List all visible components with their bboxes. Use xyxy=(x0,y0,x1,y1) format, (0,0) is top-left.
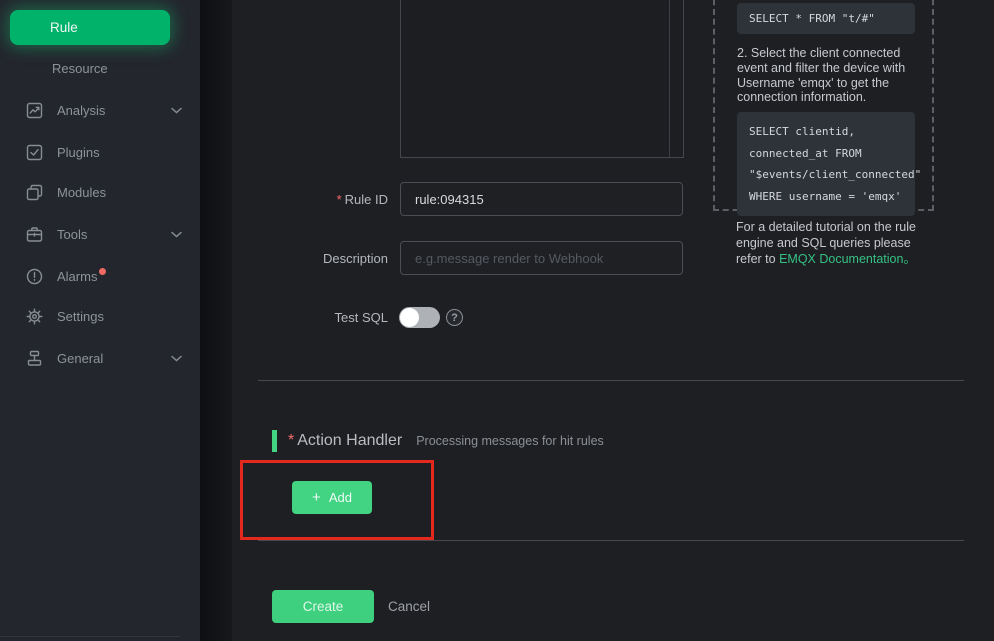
chevron-down-icon xyxy=(171,231,182,238)
sidebar-item-tools[interactable]: Tools xyxy=(0,214,200,254)
alarm-badge xyxy=(99,268,106,275)
action-handler-header: *Action Handler Processing messages for … xyxy=(288,432,604,450)
sidebar-item-resource[interactable]: Resource xyxy=(0,48,200,88)
sidebar-item-rule[interactable]: Rule xyxy=(10,10,170,45)
test-sql-toggle[interactable] xyxy=(399,307,440,328)
tools-icon xyxy=(26,226,43,243)
sidebar-item-modules[interactable]: Modules xyxy=(0,172,200,212)
rule-id-label: *Rule ID xyxy=(230,192,388,207)
chevron-down-icon xyxy=(171,355,182,362)
plugins-icon xyxy=(26,144,43,161)
sidebar-item-settings[interactable]: Settings xyxy=(0,296,200,336)
modules-icon xyxy=(26,184,43,201)
add-action-button[interactable]: + Add xyxy=(292,481,372,514)
alarms-icon xyxy=(26,268,43,285)
toggle-knob xyxy=(400,308,419,327)
sidebar-item-label: Alarms xyxy=(57,269,97,284)
section-divider xyxy=(258,380,964,381)
cancel-button[interactable]: Cancel xyxy=(388,590,430,623)
sql-editor[interactable] xyxy=(400,0,684,158)
create-button[interactable]: Create xyxy=(272,590,374,623)
sidebar-item-label: Modules xyxy=(57,185,106,200)
sidebar-item-label: Resource xyxy=(52,61,108,76)
sidebar-item-analysis[interactable]: Analysis xyxy=(0,90,200,130)
action-handler-subtitle: Processing messages for hit rules xyxy=(416,434,604,448)
sidebar-item-general[interactable]: General xyxy=(0,338,200,378)
sidebar-bottom-divider xyxy=(0,636,180,637)
footer-divider xyxy=(258,540,964,541)
sidebar-item-plugins[interactable]: Plugins xyxy=(0,132,200,172)
sidebar-item-label: Analysis xyxy=(57,103,105,118)
required-marker: * xyxy=(337,192,342,207)
plus-icon: + xyxy=(312,489,321,506)
sql-help-panel: SELECT * FROM "t/#" 2. Select the client… xyxy=(713,0,934,211)
sql-editor-scrollbar-track[interactable] xyxy=(669,0,670,157)
sidebar-item-label: Settings xyxy=(57,309,104,324)
description-input[interactable] xyxy=(400,241,683,275)
help-question-icon[interactable]: ? xyxy=(446,309,463,326)
sidebar-shadow-gutter xyxy=(200,0,232,641)
sql-example-2: SELECT clientid, connected_at FROM "$eve… xyxy=(737,112,915,216)
sidebar-item-label: Rule xyxy=(50,20,78,35)
section-accent-bar xyxy=(272,430,277,452)
emqx-documentation-link[interactable]: EMQX Documentation。 xyxy=(779,252,916,266)
sidebar: Rule Resource Analysis Plugins Modules xyxy=(0,0,200,641)
sidebar-item-label: Tools xyxy=(57,227,87,242)
sql-example-1: SELECT * FROM "t/#" xyxy=(737,3,915,34)
tutorial-note: For a detailed tutorial on the rule engi… xyxy=(736,220,928,267)
general-icon xyxy=(26,350,43,367)
sidebar-item-label: General xyxy=(57,351,103,366)
analysis-icon xyxy=(26,102,43,119)
sidebar-item-label: Plugins xyxy=(57,145,100,160)
chevron-down-icon xyxy=(171,107,182,114)
action-handler-title: *Action Handler xyxy=(288,432,402,450)
description-label: Description xyxy=(230,251,388,266)
sidebar-item-alarms[interactable]: Alarms xyxy=(0,256,200,296)
rule-create-page: Rule Resource Analysis Plugins Modules xyxy=(0,0,994,641)
gear-icon xyxy=(26,308,43,325)
help-step-2-text: 2. Select the client connected event and… xyxy=(737,46,921,105)
add-button-label: Add xyxy=(329,490,352,505)
rule-id-input[interactable] xyxy=(400,182,683,216)
test-sql-label: Test SQL xyxy=(230,310,388,325)
